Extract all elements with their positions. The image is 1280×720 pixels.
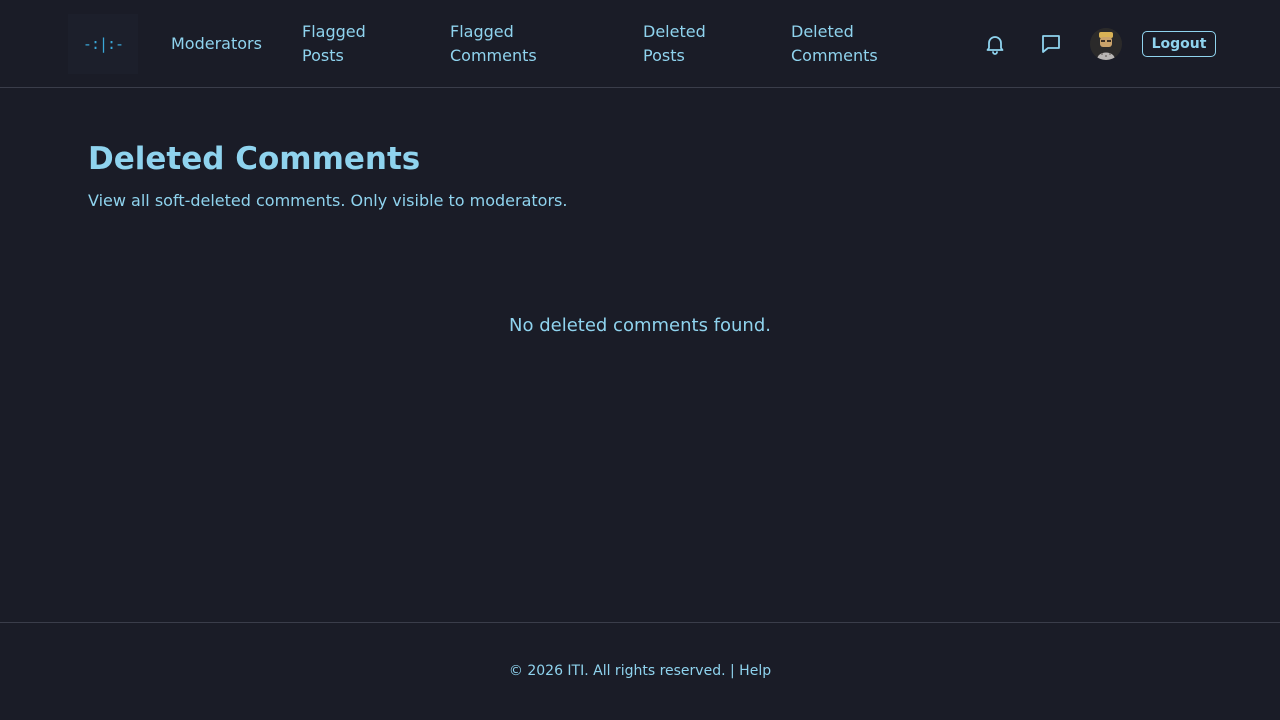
avatar-image bbox=[1090, 28, 1122, 60]
footer-separator: | bbox=[730, 663, 735, 679]
logout-button[interactable]: Logout bbox=[1142, 31, 1216, 57]
logo-text: -:|:- bbox=[82, 35, 124, 53]
page-title: Deleted Comments bbox=[88, 141, 421, 177]
top-navbar: -:|:- Moderators Flagged Posts Flagged C… bbox=[0, 0, 1280, 88]
footer-text: © 2026 ITI. All rights reserved. | Help bbox=[0, 661, 1280, 681]
user-avatar[interactable] bbox=[1090, 28, 1122, 60]
nav-deleted-posts[interactable]: Deleted Posts bbox=[643, 20, 733, 68]
chat-bubble-icon bbox=[1042, 35, 1060, 53]
page-subtitle: View all soft-deleted comments. Only vis… bbox=[88, 191, 568, 210]
help-link[interactable]: Help bbox=[739, 663, 771, 679]
nav-flagged-comments[interactable]: Flagged Comments bbox=[450, 20, 560, 68]
nav-flagged-posts[interactable]: Flagged Posts bbox=[302, 20, 402, 68]
nav-deleted-comments[interactable]: Deleted Comments bbox=[791, 20, 901, 68]
nav-moderators[interactable]: Moderators bbox=[171, 32, 262, 56]
page: -:|:- Moderators Flagged Posts Flagged C… bbox=[0, 0, 1280, 720]
site-logo[interactable]: -:|:- bbox=[68, 14, 138, 74]
empty-state-message: No deleted comments found. bbox=[509, 315, 771, 336]
notifications-button[interactable] bbox=[981, 30, 1009, 58]
copyright-text: © 2026 ITI. All rights reserved. bbox=[508, 663, 726, 679]
footer: © 2026 ITI. All rights reserved. | Help bbox=[0, 622, 1280, 720]
messages-button[interactable] bbox=[1037, 30, 1065, 58]
bell-icon bbox=[986, 36, 1004, 55]
